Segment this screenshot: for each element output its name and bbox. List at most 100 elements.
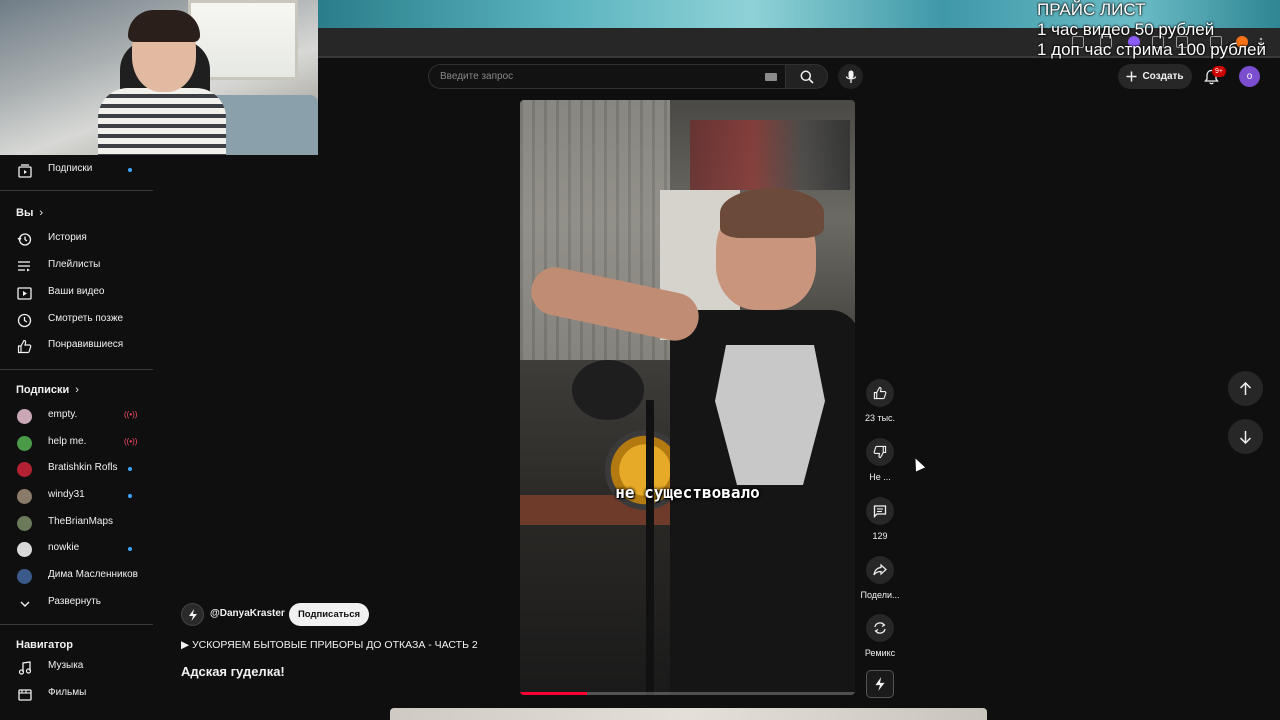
lightning-logo-icon <box>188 608 197 621</box>
playlist-link[interactable]: ▶ УСКОРЯЕМ БЫТОВЫЕ ПРИБОРЫ ДО ОТКАЗА - Ч… <box>181 639 478 651</box>
next-video-button[interactable] <box>1228 419 1263 454</box>
subscriptions-icon <box>16 162 33 179</box>
dislike-label: Не ... <box>869 472 891 482</box>
playlists-icon <box>16 258 33 275</box>
share-icon <box>873 563 887 576</box>
sidebar-item-label: История <box>48 232 87 243</box>
sidebar-divider <box>0 624 153 625</box>
section-title: Навигатор <box>16 639 73 651</box>
sidebar-item-history[interactable]: История <box>0 226 155 252</box>
sidebar-item-label: Подписки <box>48 163 93 174</box>
search-input[interactable]: Введите запрос <box>428 64 785 89</box>
sidebar-channel-item[interactable]: help me. ((•)) <box>0 430 155 456</box>
comment-icon <box>873 505 887 518</box>
create-button[interactable]: Создать <box>1118 64 1192 89</box>
search-placeholder: Введите запрос <box>440 71 514 82</box>
new-content-dot <box>128 547 132 551</box>
channel-name: help me. <box>48 436 87 447</box>
notifications-badge: 9+ <box>1212 66 1226 77</box>
channel-name[interactable]: @DanyaKraster <box>210 608 285 619</box>
comment-count: 129 <box>872 531 888 541</box>
webcam-overlay <box>0 0 318 155</box>
sidebar-item-playlists[interactable]: Плейлисты <box>0 253 155 279</box>
sidebar-channel-item[interactable]: windy31 <box>0 483 155 509</box>
channel-avatar <box>17 436 32 451</box>
price-list-line: 1 доп час стрима 100 рублей <box>1037 40 1267 59</box>
channel-avatar[interactable] <box>181 603 204 626</box>
sidebar-item-label: Фильмы <box>48 687 87 698</box>
thumbs-up-icon <box>873 386 887 400</box>
previous-video-button[interactable] <box>1228 371 1263 406</box>
new-content-dot <box>128 168 132 172</box>
video-subtitle: не существовало <box>615 483 760 502</box>
price-list-line: 1 час видео 50 рублей <box>1037 20 1215 39</box>
chevron-right-icon: › <box>39 207 44 219</box>
new-content-dot <box>128 494 132 498</box>
channel-avatar <box>17 569 32 584</box>
search-button[interactable] <box>785 64 828 89</box>
webcam-person-shirt <box>98 88 226 155</box>
sidebar-channel-item[interactable]: nowkie <box>0 536 155 562</box>
channel-name: Bratishkin Rofls <box>48 462 118 473</box>
sidebar-divider <box>0 369 153 370</box>
lightning-logo-icon <box>875 677 885 691</box>
share-button[interactable] <box>866 556 894 584</box>
video-scene-stand <box>646 400 654 695</box>
music-icon <box>16 659 33 676</box>
plus-icon <box>1126 71 1137 82</box>
sidebar-item-your-videos[interactable]: Ваши видео <box>0 280 155 306</box>
video-shirt-print <box>715 345 825 485</box>
sidebar-item-liked[interactable]: Понравившиеся <box>0 333 155 359</box>
channel-name: windy31 <box>48 489 85 500</box>
remix-button[interactable] <box>866 614 894 642</box>
channel-name: Дима Масленников <box>48 569 138 580</box>
video-progress-bar[interactable] <box>520 692 855 695</box>
sidebar-section-you[interactable]: Вы › <box>16 207 43 219</box>
channel-avatar <box>17 462 32 477</box>
channel-avatar <box>17 516 32 531</box>
remix-icon <box>874 622 886 634</box>
new-content-dot <box>128 467 132 471</box>
sidebar-section-subscriptions[interactable]: Подписки › <box>16 384 79 396</box>
sidebar-item-music[interactable]: Музыка <box>0 654 155 680</box>
sidebar-expand-button[interactable]: Развернуть <box>0 590 155 616</box>
sidebar-channel-item[interactable]: Дима Масленников <box>0 563 155 589</box>
sidebar-item-label: Ваши видео <box>48 286 105 297</box>
liked-icon <box>16 338 33 355</box>
webcam-person-hair <box>128 10 200 42</box>
voice-search-button[interactable] <box>838 64 863 89</box>
shorts-video-player[interactable]: не существовало <box>520 100 855 695</box>
sidebar-channel-item[interactable]: empty. ((•)) <box>0 403 155 429</box>
sidebar-divider <box>0 190 153 191</box>
channel-name: empty. <box>48 409 78 420</box>
remix-label: Ремикс <box>864 648 896 658</box>
sidebar-item-label: Смотреть позже <box>48 313 124 324</box>
channel-name: TheBrianMaps <box>48 516 114 527</box>
price-list-title: ПРАЙС ЛИСТ <box>1037 0 1146 19</box>
video-progress-fill <box>520 692 587 695</box>
next-video-preview[interactable] <box>390 708 987 720</box>
chevron-right-icon: › <box>75 384 79 396</box>
sidebar-item-subscriptions[interactable]: Подписки <box>0 157 155 183</box>
account-avatar[interactable]: o <box>1239 66 1260 87</box>
keyboard-icon[interactable] <box>765 73 777 81</box>
sidebar: Подписки Вы › История Плейлисты Ваши виде… <box>0 155 155 720</box>
comments-button[interactable] <box>866 497 894 525</box>
like-count: 23 тыс. <box>864 413 896 423</box>
sidebar-item-label: Понравившиеся <box>48 339 124 350</box>
sidebar-item-movies[interactable]: Фильмы <box>0 681 155 707</box>
create-label: Создать <box>1142 71 1184 82</box>
video-scene-lamp <box>572 360 644 420</box>
sidebar-item-label: Развернуть <box>48 596 102 607</box>
thumbs-down-icon <box>873 445 887 459</box>
microphone-icon <box>845 70 856 83</box>
section-title: Подписки <box>16 384 70 396</box>
sidebar-channel-item[interactable]: TheBrianMaps <box>0 510 155 536</box>
sidebar-channel-item[interactable]: Bratishkin Rofls <box>0 456 155 482</box>
channel-avatar <box>17 409 32 424</box>
subscribe-button[interactable]: Подписаться <box>289 603 369 626</box>
like-button[interactable] <box>866 379 894 407</box>
sound-thumbnail[interactable] <box>866 670 894 698</box>
sidebar-item-watch-later[interactable]: Смотреть позже <box>0 307 155 333</box>
dislike-button[interactable] <box>866 438 894 466</box>
